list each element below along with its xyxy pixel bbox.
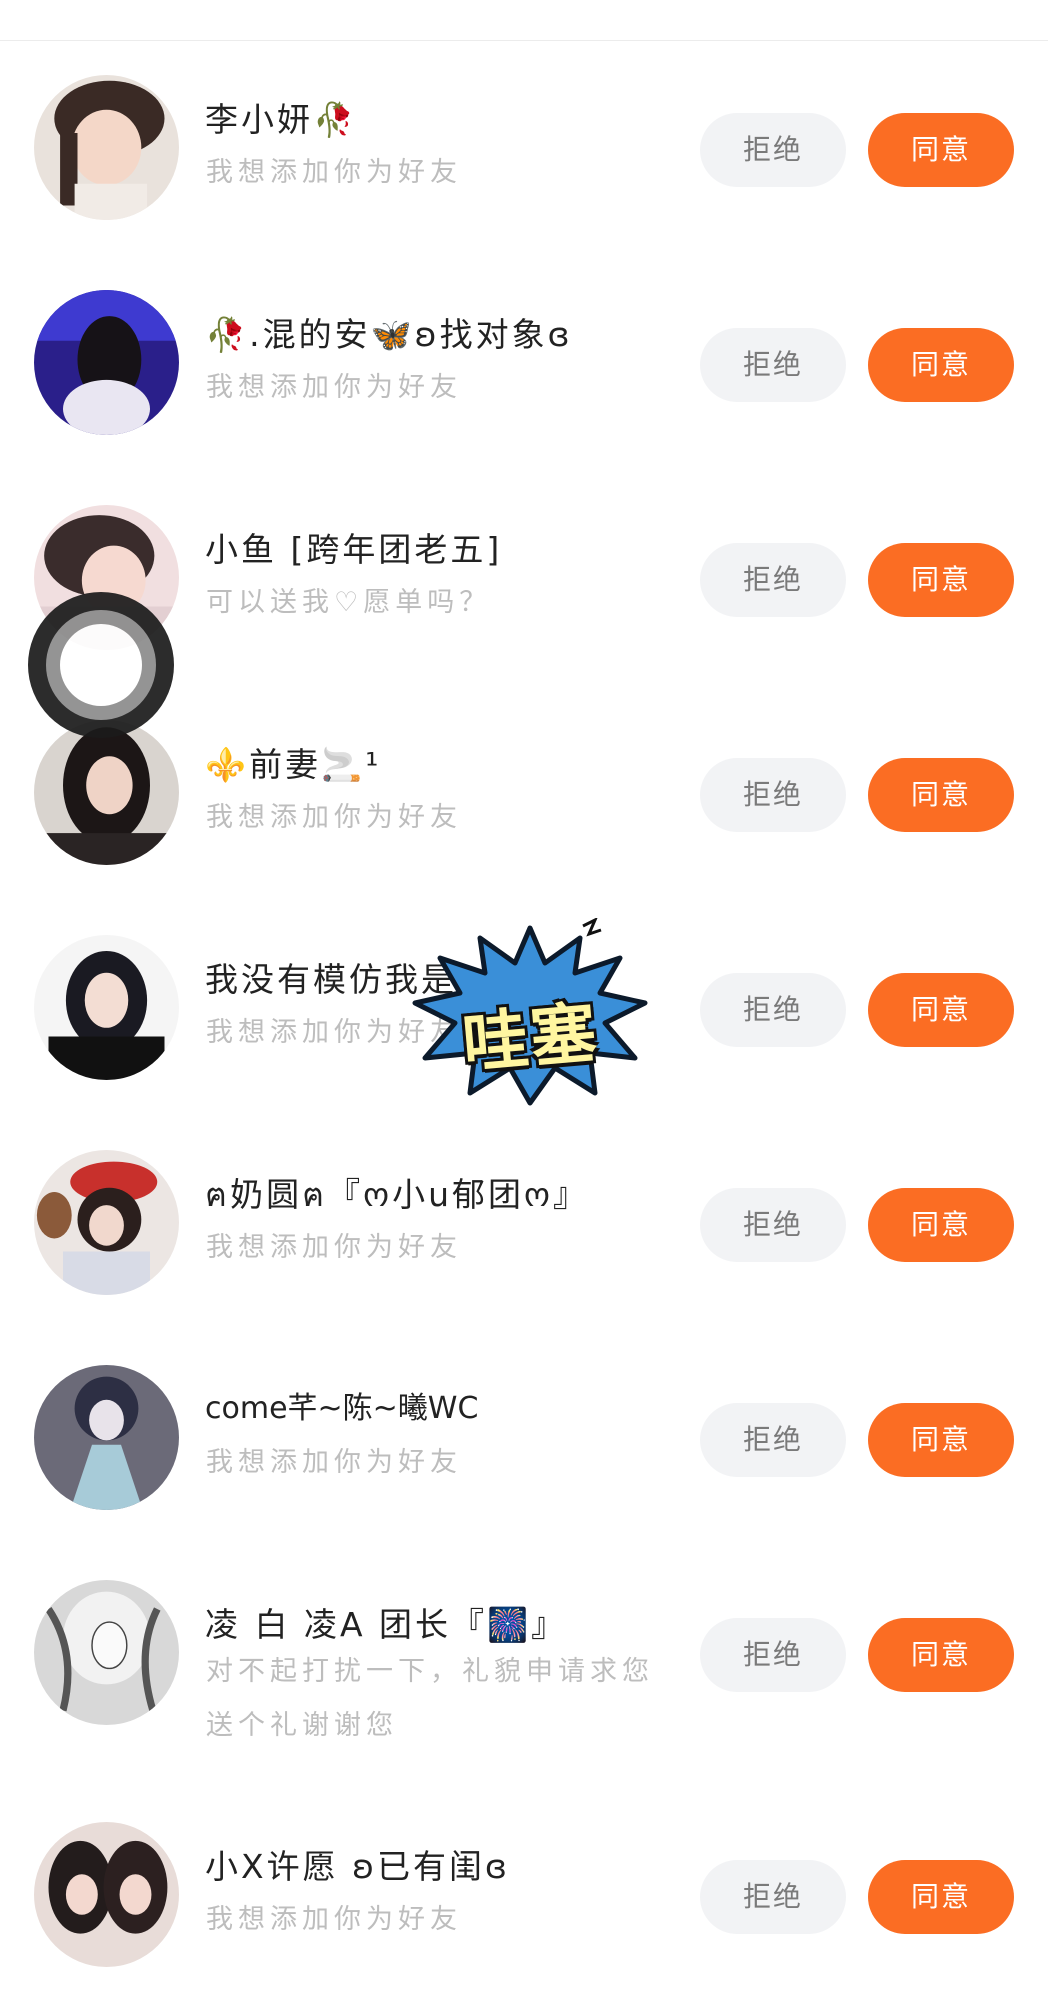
avatar[interactable] [34,1365,179,1510]
accept-button[interactable]: 同意 [868,1618,1014,1692]
accept-button[interactable]: 同意 [868,328,1014,402]
friend-request-row: 凌 白 凌A 团长『🎆』 对不起打扰一下，礼貌申请求您送个礼谢谢您 拒绝 同意 [0,1545,1048,1760]
accept-button[interactable]: 同意 [868,758,1014,832]
reject-button[interactable]: 拒绝 [700,1618,846,1692]
request-name: 李小妍🥀 [205,100,358,139]
request-message: 对不起打扰一下，礼貌申请求您送个礼谢谢您 [206,1656,654,1741]
friend-request-row: ฅ奶圆ฅ『ო小u郁团ო』 我想添加你为好友 拒绝 同意 [0,1115,1048,1330]
request-message: 我想添加你为好友 [206,1904,462,1935]
accept-button[interactable]: 同意 [868,543,1014,617]
friend-request-row: ⚜️前妻🚬¹ 我想添加你为好友 拒绝 同意 [0,685,1048,900]
request-name: ฅ奶圆ฅ『ო小u郁团ო』 [205,1175,589,1214]
avatar[interactable] [34,1150,179,1295]
assistive-touch-icon[interactable] [28,592,174,738]
accept-button[interactable]: 同意 [868,1860,1014,1934]
assistive-touch-ring [46,610,156,720]
reject-button[interactable]: 拒绝 [700,328,846,402]
request-message: 我想添加你为好友 [206,157,462,188]
request-message: 可以送我♡愿单吗？ [206,587,492,618]
avatar[interactable] [34,1822,179,1967]
request-name: 小X许愿 ʚ已有闺ɞ [205,1847,510,1886]
request-message: 我想添加你为好友 [206,802,462,833]
request-message: 我想添加你为好友 [206,1447,462,1478]
accept-button[interactable]: 同意 [868,113,1014,187]
request-name: come芊~陈~曦WC [205,1391,479,1426]
reject-button[interactable]: 拒绝 [700,1860,846,1934]
top-bar [0,0,1048,41]
reject-button[interactable]: 拒绝 [700,758,846,832]
avatar[interactable] [34,720,179,865]
accept-button[interactable]: 同意 [868,1188,1014,1262]
friend-request-row: 李小妍🥀 我想添加你为好友 拒绝 同意 [0,40,1048,255]
friend-request-row: come芊~陈~曦WC 我想添加你为好友 拒绝 同意 [0,1330,1048,1545]
request-name: 🥀.混的安🦋ʚ找对象ɞ [205,315,573,354]
request-name: 凌 白 凌A 团长『🎆』 [205,1605,568,1644]
reject-button[interactable]: 拒绝 [700,1403,846,1477]
accept-button[interactable]: 同意 [868,973,1014,1047]
reject-button[interactable]: 拒绝 [700,543,846,617]
request-message: 我想添加你为好友 [206,372,462,403]
avatar[interactable] [34,935,179,1080]
sticker-text: 哇塞 [459,994,602,1083]
avatar[interactable] [34,290,179,435]
reject-button[interactable]: 拒绝 [700,973,846,1047]
friend-request-row: 🥀.混的安🦋ʚ找对象ɞ 我想添加你为好友 拒绝 同意 [0,255,1048,470]
request-name: ⚜️前妻🚬¹ [205,745,382,784]
request-name: 小鱼 [跨年团老五] [205,530,503,569]
avatar[interactable] [34,1580,179,1725]
avatar[interactable] [34,75,179,220]
request-message: 我想添加你为好友 [206,1232,462,1263]
reject-button[interactable]: 拒绝 [700,1188,846,1262]
assistive-touch-core [60,624,142,706]
friend-request-row: 小X许愿 ʚ已有闺ɞ 我想添加你为好友 拒绝 同意 [0,1787,1048,2002]
reject-button[interactable]: 拒绝 [700,113,846,187]
accept-button[interactable]: 同意 [868,1403,1014,1477]
